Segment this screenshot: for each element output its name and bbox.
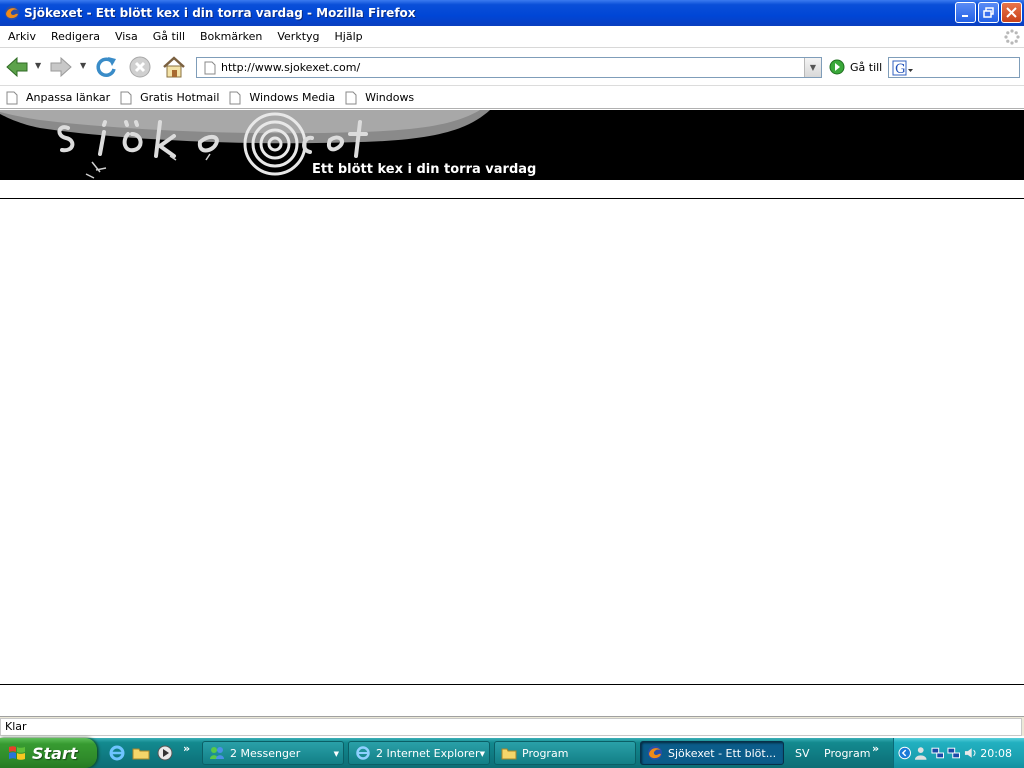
bookmark-gratis-hotmail[interactable]: Gratis Hotmail [120,91,219,105]
task-label: Program [522,746,569,760]
home-icon [163,56,185,78]
messenger-icon [210,747,224,759]
folder-icon [501,748,517,760]
forward-button[interactable] [48,54,74,80]
go-button[interactable]: Gå till [829,59,882,75]
search-input[interactable]: G [888,57,1020,78]
menu-redigera[interactable]: Redigera [51,30,100,43]
bookmark-windows[interactable]: Windows [345,91,414,105]
show-hidden-icons-icon[interactable] [898,746,911,760]
ie-icon [356,746,370,760]
google-search-engine-icon[interactable]: G [892,60,914,76]
bookmark-label: Windows [365,91,415,104]
home-button[interactable] [161,54,187,80]
page-icon [345,91,357,104]
bookmark-anpassa-lankar[interactable]: Anpassa länkar [6,91,110,105]
go-label: Gå till [850,60,883,74]
forward-history-dropdown[interactable]: ▼ [80,62,87,70]
navigation-toolbar: ▼ ▼ http://www.sjokexet.com/ ▼ Gå till G [0,49,1024,86]
task-program[interactable]: Program [494,741,636,765]
stop-icon [129,56,151,78]
task-group-dropdown[interactable]: ▼ [480,750,485,758]
program-toolbar-label[interactable]: Program [824,747,870,760]
menu-visa[interactable]: Visa [115,30,138,43]
minimize-button[interactable] [955,2,976,23]
bookmark-label: Anpassa länkar [26,91,111,104]
url-text[interactable]: http://www.sjokexet.com/ [221,61,360,74]
task-label: 2 Messenger [230,746,301,760]
windows-logo-icon [9,746,25,760]
menu-bar: Arkiv Redigera Visa Gå till Bokmärken Ve… [0,26,1024,48]
menu-arkiv[interactable]: Arkiv [8,30,36,43]
page-icon [120,91,132,104]
status-bar: Klar [0,716,1024,736]
throbber-icon [1004,29,1020,45]
divider-bottom [0,684,1024,685]
start-label: Start [32,743,78,763]
forward-arrow-icon [50,56,72,78]
firefox-icon [5,6,19,20]
close-button[interactable] [1001,2,1022,23]
folder-icon[interactable] [132,744,150,762]
start-button[interactable]: Start [0,738,97,768]
reload-button[interactable] [93,54,119,80]
network-icon[interactable] [947,746,961,760]
page-icon [229,91,241,104]
page-icon [204,61,216,74]
task-firefox-active[interactable]: Sjökexet - Ett blöt... [640,741,784,765]
network-icon[interactable] [931,746,944,760]
volume-icon[interactable] [964,746,977,760]
menu-ga-till[interactable]: Gå till [153,30,185,43]
banner-slogan: Ett blött kex i din torra vardag [312,162,537,177]
back-button[interactable] [4,54,30,80]
bookmark-label: Windows Media [249,91,336,104]
back-arrow-icon [6,56,28,78]
back-history-dropdown[interactable]: ▼ [35,62,42,70]
divider-top [0,198,1024,199]
menu-bokmarken[interactable]: Bokmärken [200,30,262,43]
window-titlebar[interactable]: Sjökexet - Ett blött kex i din torra var… [0,0,1024,26]
ie-icon[interactable] [108,744,126,762]
window-title: Sjökexet - Ett blött kex i din torra var… [24,6,416,20]
taskbar: Start » 2 Messenger ▼ 2 Internet Explore… [0,738,1024,768]
address-bar[interactable]: http://www.sjokexet.com/ ▼ [196,57,822,78]
go-arrow-icon [829,59,845,75]
page-icon [6,91,18,104]
minimize-icon [961,14,968,17]
svg-text:G: G [895,62,905,76]
reload-icon [96,57,116,77]
page-content: Ett blött kex i din torra vardag [0,110,1024,716]
bookmark-windows-media[interactable]: Windows Media [229,91,335,105]
site-banner[interactable]: Ett blött kex i din torra vardag [0,110,1024,180]
restore-button[interactable] [978,2,999,23]
task-label: 2 Internet Explorer [376,746,480,760]
close-icon [1006,7,1017,18]
firefox-icon [648,746,662,760]
stop-button[interactable] [127,54,153,80]
language-indicator[interactable]: SV [795,747,810,760]
quick-launch [108,744,174,762]
restore-icon [983,7,994,18]
menu-hjalp[interactable]: Hjälp [335,30,363,43]
bookmark-label: Gratis Hotmail [140,91,220,104]
program-toolbar-more[interactable]: » [872,742,879,755]
clock[interactable]: 20:08 [980,747,1012,760]
status-text: Klar [0,718,1022,736]
task-messenger[interactable]: 2 Messenger ▼ [202,741,344,765]
bookmarks-toolbar: Anpassa länkar Gratis Hotmail Windows Me… [0,87,1024,109]
task-internet-explorer[interactable]: 2 Internet Explorer ▼ [348,741,490,765]
quick-launch-more[interactable]: » [183,742,190,755]
system-tray: 20:08 [893,738,1024,768]
url-history-dropdown[interactable]: ▼ [804,58,821,77]
messenger-tray-icon[interactable] [914,746,927,760]
media-player-icon[interactable] [156,744,174,762]
menu-verktyg[interactable]: Verktyg [277,30,319,43]
task-group-dropdown[interactable]: ▼ [334,750,339,758]
task-label: Sjökexet - Ett blöt... [668,746,777,760]
